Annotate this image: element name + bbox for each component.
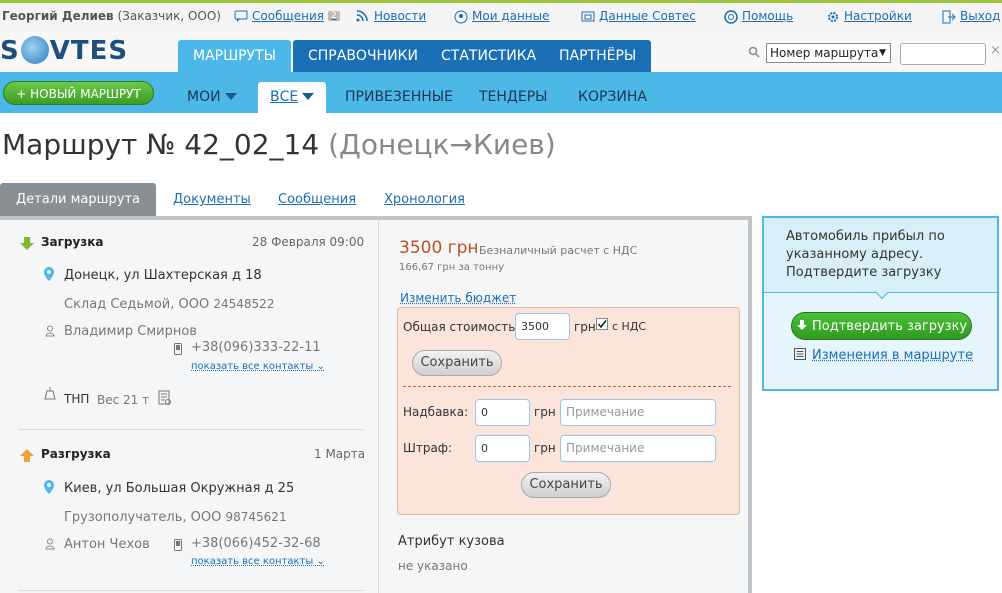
fine-input[interactable]: 0 [475,435,530,462]
loading-date: 28 Февраля 09:00 [252,235,365,249]
subtab-delivered[interactable]: ПРИВЕЗЕННЫЕ [345,82,453,113]
person-icon [45,325,55,340]
unloading-show-contacts-link[interactable]: показать все контакты ⌄ [191,556,325,567]
fine-note-input[interactable]: Примечание [560,435,716,462]
user-name: Георгий Делиев [2,9,114,23]
price-per-ton: 166,67 грн за тонну [399,262,505,273]
route-price: 3500 грн [399,238,479,258]
cargo-type: ТНП [64,392,90,406]
document-icon[interactable] [158,390,172,409]
messages-count-badge: 2 [328,11,340,21]
folder-icon [581,10,595,22]
sovtes-data-link[interactable]: Данные Совтес [581,9,696,23]
messages-link[interactable]: Сообщения 2 [234,9,340,23]
exit-icon [942,10,956,24]
unloading-contact: Антон Чехов [64,537,150,552]
map-pin-icon [43,266,55,285]
arrival-message: Автомобиль прибыл по указанному адресу. … [786,229,945,280]
currency-label: грн [574,320,596,334]
subtab-all[interactable]: ВСЕ [258,82,327,113]
currency-label: грн [534,441,556,455]
total-cost-label: Общая стоимость: [403,320,520,334]
logout-link[interactable]: Выход [942,9,1000,24]
map-pin-icon [43,479,55,498]
arrow-down-icon [796,319,808,334]
phone-icon [174,539,182,554]
vat-checkbox[interactable] [596,318,608,333]
settings-link[interactable]: Настройки [826,9,912,23]
cargo-weight: Вес 21 т [97,393,150,407]
top-bar: Георгий Делиев (Заказчик, ООО) Сообщения… [0,0,1002,32]
unloading-title: Разгрузка [41,447,111,461]
surcharge-label: Надбавка: [403,405,469,419]
help-link[interactable]: Помощь [724,9,793,24]
header: S VTES МАРШРУТЫ СПРАВОЧНИКИ СТАТИСТИКА ПА… [0,32,1002,113]
news-link[interactable]: Новости [356,9,426,23]
tab-partners[interactable]: ПАРТНЁРЫ [544,40,652,72]
unloading-phone: +38(066)452-32-68 [191,536,321,551]
list-icon [794,348,812,363]
clear-search-icon[interactable]: × [990,43,1001,58]
tab-statistics[interactable]: СТАТИСТИКА [426,40,552,72]
dropdown-arrow-icon [224,93,237,100]
total-cost-input[interactable]: 3500 [515,313,570,340]
save-adjustments-button[interactable]: Сохранить [521,472,611,498]
search-type-select[interactable]: Номер маршрута ▼ [766,43,891,63]
unloading-company: Грузополучатель, ООО 98745621 [64,510,287,525]
subtab-mine[interactable]: МОИ [187,82,237,113]
save-total-button[interactable]: Сохранить [412,350,502,376]
body-attribute-value: не указано [398,559,468,573]
page-title: Маршрут № 42_02_14 (Донецк→Киев) [2,128,556,161]
phone-icon [174,343,182,358]
loading-show-contacts-link[interactable]: показать все контакты ⌄ [191,361,325,372]
dropdown-arrow-icon [302,93,315,100]
subtab-tenders[interactable]: ТЕНДЕРЫ [479,82,548,113]
loading-company: Склад Седьмой, ООО 24548522 [64,297,275,312]
unloading-date: 1 Марта [314,447,366,461]
confirm-loading-button[interactable]: Подтвердить загрузку [791,312,972,340]
payment-type: Безналичный расчет с НДС [479,244,638,257]
user-info: Георгий Делиев (Заказчик, ООО) [2,9,221,23]
rss-icon [356,10,370,22]
my-data-link[interactable]: Мои данные [454,9,550,24]
change-budget-link[interactable]: Изменить бюджет [400,291,516,305]
currency-label: грн [534,405,556,419]
tab-directories[interactable]: СПРАВОЧНИКИ [293,40,433,72]
arrow-up-icon [19,447,35,466]
arrow-down-icon [19,235,35,254]
subtab-trash[interactable]: КОРЗИНА [578,82,647,113]
tab-messages[interactable]: Сообщения [278,183,356,216]
tab-documents[interactable]: Документы [173,183,251,216]
route-changes-link[interactable]: Изменения в маршруте [794,348,973,363]
sovtes-logo[interactable]: S VTES [0,36,128,66]
unloading-address: Киев, ул Большая Окружная д 25 [64,481,295,496]
loading-address: Донецк, ул Шахтерская д 18 [64,268,262,283]
vat-label: с НДС [612,320,647,333]
user-role: (Заказчик, ООО) [117,9,221,23]
tab-route-details[interactable]: Детали маршрута [0,183,156,216]
chevron-down-icon: ▼ [879,48,886,58]
surcharge-note-input[interactable]: Примечание [560,399,716,426]
tab-chronology[interactable]: Хронология [384,183,465,216]
gear-icon [826,10,840,22]
person-icon [45,538,55,553]
chat-icon [234,10,248,22]
user-circle-icon [454,10,468,24]
arrival-notice-panel: Автомобиль прибыл по указанному адресу. … [762,216,999,391]
tab-routes[interactable]: МАРШРУТЫ [178,40,291,72]
search-icon [748,46,760,58]
globe-icon [20,36,49,64]
loading-title: Загрузка [41,235,104,249]
loading-phone: +38(096)333-22-11 [191,340,321,355]
cargo-icon [44,386,56,403]
loading-contact: Владимир Смирнов [64,324,197,339]
new-route-button[interactable]: + НОВЫЙ МАРШРУТ [3,81,154,105]
body-attribute-title: Атрибут кузова [398,534,505,549]
surcharge-input[interactable]: 0 [475,399,530,426]
search-input[interactable] [900,43,986,65]
lifebuoy-icon [724,10,738,24]
route-direction: (Донецк→Киев) [328,128,556,161]
fine-label: Штраф: [403,441,453,455]
